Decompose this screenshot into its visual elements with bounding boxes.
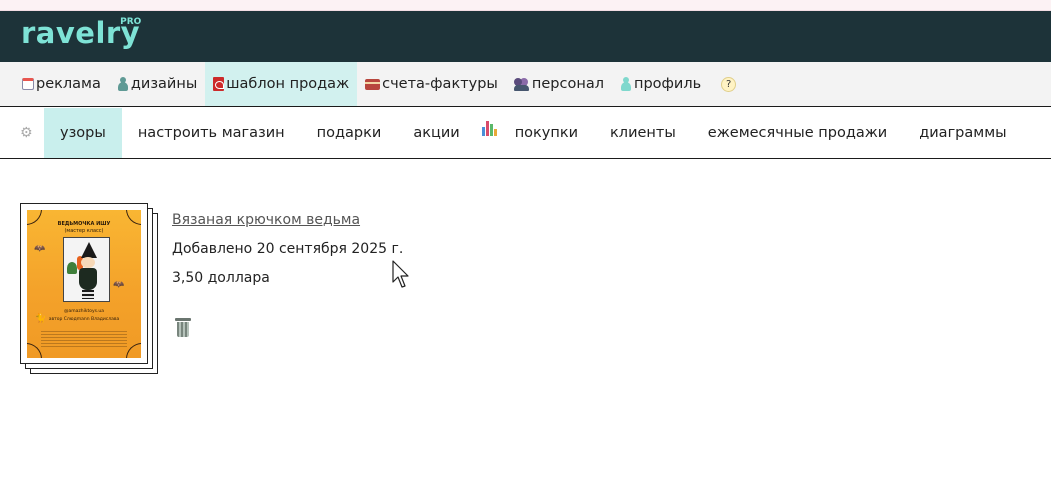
cobweb-bottom-left [27, 343, 42, 358]
tab-patterns-label: узоры [60, 125, 106, 141]
tab-gifts-label: подарки [316, 125, 382, 141]
pro-nav-sales-template-label: шаблон продаж [226, 76, 350, 92]
trash-lid [175, 318, 191, 321]
profile-icon [620, 77, 632, 91]
cover-subtitle: (мастер класс) [64, 228, 104, 234]
doll-face [81, 257, 95, 268]
pro-nav-ads-label: реклама [36, 76, 101, 92]
cover-title: ВЕДЬМОЧКА ИШУ [57, 221, 111, 227]
pro-nav-profile[interactable]: профиль [612, 62, 709, 106]
tab-purchases[interactable]: покупки [499, 108, 594, 158]
calendar-icon [22, 78, 34, 90]
pro-nav-sales-template[interactable]: шаблон продаж [205, 62, 358, 106]
trash-body [177, 322, 189, 337]
logo-pro-badge: PRO [120, 17, 142, 27]
tab-patterns[interactable]: узоры [44, 108, 122, 158]
pro-nav: реклама дизайны шаблон продаж счета-факт… [0, 62, 1051, 107]
cover-author: автор Слюдmann Владислава [48, 317, 120, 322]
tab-gifts[interactable]: подарки [301, 108, 398, 158]
bar-chart-icon[interactable] [476, 108, 499, 158]
pro-nav-designs[interactable]: дизайны [109, 62, 205, 106]
ravelry-logo[interactable]: ravelry PRO [21, 15, 141, 51]
cover-body-text [41, 331, 127, 349]
pattern-price: 3,50 доллара [172, 270, 270, 286]
tab-shop-setup[interactable]: настроить магазин [122, 108, 301, 158]
cobweb-bottom-right [126, 343, 141, 358]
tab-charts-label: диаграммы [919, 125, 1007, 141]
plant-shape [67, 262, 77, 274]
pattern-title-link[interactable]: Вязаная крючком ведьма [172, 212, 403, 228]
pro-nav-profile-label: профиль [633, 76, 702, 92]
tab-customers-label: клиенты [610, 125, 676, 141]
site-header: ravelry PRO [0, 11, 1051, 62]
pattern-added-date: Добавлено 20 сентября 2025 г. [172, 241, 404, 257]
shop-nav: ⚙ узоры настроить магазин подарки акции … [0, 108, 1051, 159]
browser-top-strip [0, 0, 1051, 11]
help-button-wrap: ? [709, 62, 744, 106]
people-icon [513, 77, 530, 91]
tab-charts[interactable]: диаграммы [903, 108, 1022, 158]
tab-promotions[interactable]: акции [397, 108, 475, 158]
bat-icon: 🦇 [34, 244, 46, 254]
help-button[interactable]: ? [721, 76, 737, 92]
designer-icon [117, 77, 129, 91]
pro-nav-ads[interactable]: реклама [14, 62, 109, 106]
thumbnail-front: ВЕДЬМОЧКА ИШУ (мастер класс) 🦇 🦇 🐈 @amaz… [20, 203, 148, 364]
cover-handle: @amazhiktoys.ua [63, 309, 105, 314]
tab-purchases-label: покупки [514, 125, 579, 141]
tab-shop-setup-label: настроить магазин [137, 125, 285, 141]
credit-card-icon [365, 78, 381, 90]
pro-nav-designs-label: дизайны [130, 76, 198, 92]
pro-nav-staff[interactable]: персонал [506, 62, 612, 106]
tab-promotions-label: акции [413, 125, 460, 141]
tab-monthly-sales[interactable]: ежемесячные продажи [692, 108, 903, 158]
doll-hat [81, 242, 97, 258]
pattern-cover-image: ВЕДЬМОЧКА ИШУ (мастер класс) 🦇 🦇 🐈 @amaz… [27, 210, 141, 358]
doll-legs [82, 290, 94, 299]
pdf-icon [213, 77, 225, 91]
doll-body [79, 268, 97, 290]
pro-nav-staff-label: персонал [531, 76, 604, 92]
witch-doll-photo [63, 237, 110, 302]
trash-icon[interactable] [175, 318, 191, 337]
bat-icon: 🦇 [113, 280, 125, 290]
pattern-info: Вязаная крючком ведьма Добавлено 20 сент… [172, 212, 403, 286]
tab-monthly-sales-label: ежемесячные продажи [707, 125, 888, 141]
pro-nav-invoices[interactable]: счета-фактуры [357, 62, 506, 106]
pro-nav-invoices-label: счета-фактуры [382, 76, 498, 92]
tab-customers[interactable]: клиенты [594, 108, 692, 158]
gear-icon[interactable]: ⚙ [20, 108, 44, 158]
